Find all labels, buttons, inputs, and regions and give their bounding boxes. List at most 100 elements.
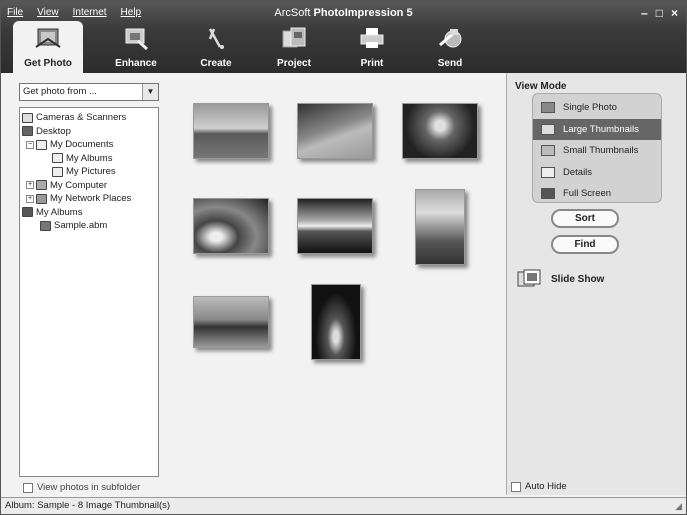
get-photo-label: Get Photo bbox=[24, 58, 72, 69]
auto-hide-checkbox[interactable] bbox=[511, 481, 521, 492]
status-bar: Album: Sample - 8 Image Thumbnail(s) ◢ bbox=[1, 497, 686, 514]
tree-item-label: Desktop bbox=[36, 125, 71, 137]
print-button[interactable]: Print bbox=[337, 21, 407, 73]
enhance-icon bbox=[125, 28, 148, 51]
auto-hide-label: Auto Hide bbox=[525, 481, 567, 492]
view-mode-label: Full Screen bbox=[563, 188, 612, 200]
view-mode-small-thumbnails[interactable]: Small Thumbnails bbox=[533, 140, 661, 162]
album-file-icon bbox=[40, 220, 51, 231]
chevron-down-icon[interactable]: ▼ bbox=[142, 84, 158, 100]
auto-hide-option[interactable]: Auto Hide bbox=[511, 481, 567, 492]
camera-icon bbox=[22, 112, 33, 123]
find-button[interactable]: Find bbox=[551, 235, 619, 254]
close-button[interactable]: × bbox=[671, 6, 678, 20]
slide-show-button[interactable]: Slide Show bbox=[517, 269, 604, 289]
view-mode-list: Single Photo Large Thumbnails Small Thum… bbox=[532, 93, 662, 203]
tree-item-cameras-scanners[interactable]: Cameras & Scanners bbox=[22, 111, 156, 125]
view-mode-large-thumbnails[interactable]: Large Thumbnails bbox=[533, 118, 661, 140]
photo-thumbnail[interactable] bbox=[311, 284, 361, 360]
subfolder-checkbox[interactable] bbox=[23, 482, 33, 493]
view-mode-label: Small Thumbnails bbox=[563, 145, 639, 157]
print-icon bbox=[360, 28, 384, 48]
view-mode-label: Large Thumbnails bbox=[563, 123, 639, 135]
computer-icon bbox=[36, 180, 47, 191]
minimize-button[interactable]: – bbox=[641, 6, 648, 20]
large-thumbnails-icon bbox=[541, 123, 555, 135]
app-window: File View Internet Help ArcSoft PhotoImp… bbox=[0, 0, 687, 515]
create-label: Create bbox=[200, 58, 232, 69]
get-photo-from-value: Get photo from ... bbox=[23, 86, 97, 97]
print-label: Print bbox=[360, 58, 384, 69]
folder-icon bbox=[52, 166, 63, 177]
main-toolbar: Get Photo Enhance Create Project Print S… bbox=[1, 21, 686, 73]
enhance-button[interactable]: Enhance bbox=[101, 21, 171, 73]
photo-thumbnail[interactable] bbox=[193, 103, 269, 159]
photo-thumbnail[interactable] bbox=[402, 103, 478, 159]
view-mode-heading: View Mode bbox=[515, 81, 567, 92]
create-button[interactable]: Create bbox=[181, 21, 251, 73]
view-mode-full-screen[interactable]: Full Screen bbox=[533, 183, 661, 205]
tree-item-my-albums[interactable]: My Albums bbox=[22, 152, 156, 166]
window-controls: – □ × bbox=[641, 6, 678, 20]
project-button[interactable]: Project bbox=[259, 21, 329, 73]
view-mode-details[interactable]: Details bbox=[533, 162, 661, 184]
network-icon bbox=[36, 193, 47, 204]
slide-show-icon bbox=[517, 269, 541, 287]
tree-item-my-network-places[interactable]: + My Network Places bbox=[22, 192, 156, 206]
small-thumbnails-icon bbox=[541, 145, 555, 157]
folder-tree: Cameras & Scanners Desktop − My Documents… bbox=[19, 107, 159, 477]
photo-thumbnail[interactable] bbox=[193, 198, 269, 254]
tree-item-label: My Pictures bbox=[66, 166, 116, 178]
tree-item-desktop[interactable]: Desktop bbox=[22, 125, 156, 139]
get-photo-from-dropdown[interactable]: Get photo from ... ▼ bbox=[19, 83, 159, 101]
send-button[interactable]: Send bbox=[415, 21, 485, 73]
view-mode-label: Details bbox=[563, 166, 593, 178]
album-icon bbox=[22, 207, 33, 218]
tree-item-label: My Albums bbox=[66, 152, 113, 164]
app-title-name: PhotoImpression 5 bbox=[313, 7, 413, 19]
view-mode-label: Single Photo bbox=[563, 102, 617, 114]
view-subfolder-option[interactable]: View photos in subfolder bbox=[23, 482, 140, 493]
thumbnail-area bbox=[173, 81, 499, 481]
tree-item-my-documents[interactable]: − My Documents bbox=[22, 138, 156, 152]
tree-item-my-pictures[interactable]: My Pictures bbox=[22, 165, 156, 179]
title-bar: File View Internet Help ArcSoft PhotoImp… bbox=[1, 1, 686, 73]
details-icon bbox=[541, 166, 555, 178]
collapse-icon[interactable]: − bbox=[26, 140, 34, 149]
tree-item-sample-abm[interactable]: Sample.abm bbox=[22, 219, 156, 233]
tree-item-label: Sample.abm bbox=[54, 220, 108, 232]
maximize-button[interactable]: □ bbox=[656, 6, 663, 20]
expand-icon[interactable]: + bbox=[26, 194, 34, 203]
create-icon bbox=[208, 28, 224, 49]
enhance-label: Enhance bbox=[115, 58, 157, 69]
subfolder-label: View photos in subfolder bbox=[37, 482, 141, 493]
app-title: ArcSoft PhotoImpression 5 bbox=[1, 7, 686, 19]
tree-item-label: Cameras & Scanners bbox=[36, 112, 127, 124]
get-photo-button[interactable]: Get Photo bbox=[13, 21, 83, 73]
photo-thumbnail[interactable] bbox=[297, 103, 373, 159]
project-label: Project bbox=[277, 58, 311, 69]
tree-item-label: My Network Places bbox=[50, 193, 132, 205]
get-photo-icon bbox=[35, 28, 61, 48]
desktop-icon bbox=[22, 126, 33, 137]
app-title-prefix: ArcSoft bbox=[274, 7, 314, 19]
slide-show-label: Slide Show bbox=[551, 273, 605, 285]
tree-item-label: My Documents bbox=[50, 139, 114, 151]
tree-item-my-albums-root[interactable]: My Albums bbox=[22, 206, 156, 220]
photo-thumbnail[interactable] bbox=[193, 296, 269, 348]
status-text: Album: Sample - 8 Image Thumbnail(s) bbox=[5, 500, 171, 511]
project-icon bbox=[282, 27, 306, 48]
tree-item-my-computer[interactable]: + My Computer bbox=[22, 179, 156, 193]
full-screen-icon bbox=[541, 188, 555, 200]
photo-thumbnail[interactable] bbox=[415, 189, 465, 265]
view-mode-single-photo[interactable]: Single Photo bbox=[533, 97, 661, 119]
expand-icon[interactable]: + bbox=[26, 181, 34, 190]
photo-thumbnail[interactable] bbox=[297, 198, 373, 254]
resize-grip-icon[interactable]: ◢ bbox=[675, 501, 682, 512]
folder-icon bbox=[52, 153, 63, 164]
source-panel: Get photo from ... ▼ Cameras & Scanners … bbox=[19, 81, 159, 477]
tree-item-label: My Albums bbox=[36, 206, 83, 218]
send-icon bbox=[439, 29, 462, 48]
sort-button[interactable]: Sort bbox=[551, 209, 619, 228]
single-photo-icon bbox=[541, 102, 555, 114]
